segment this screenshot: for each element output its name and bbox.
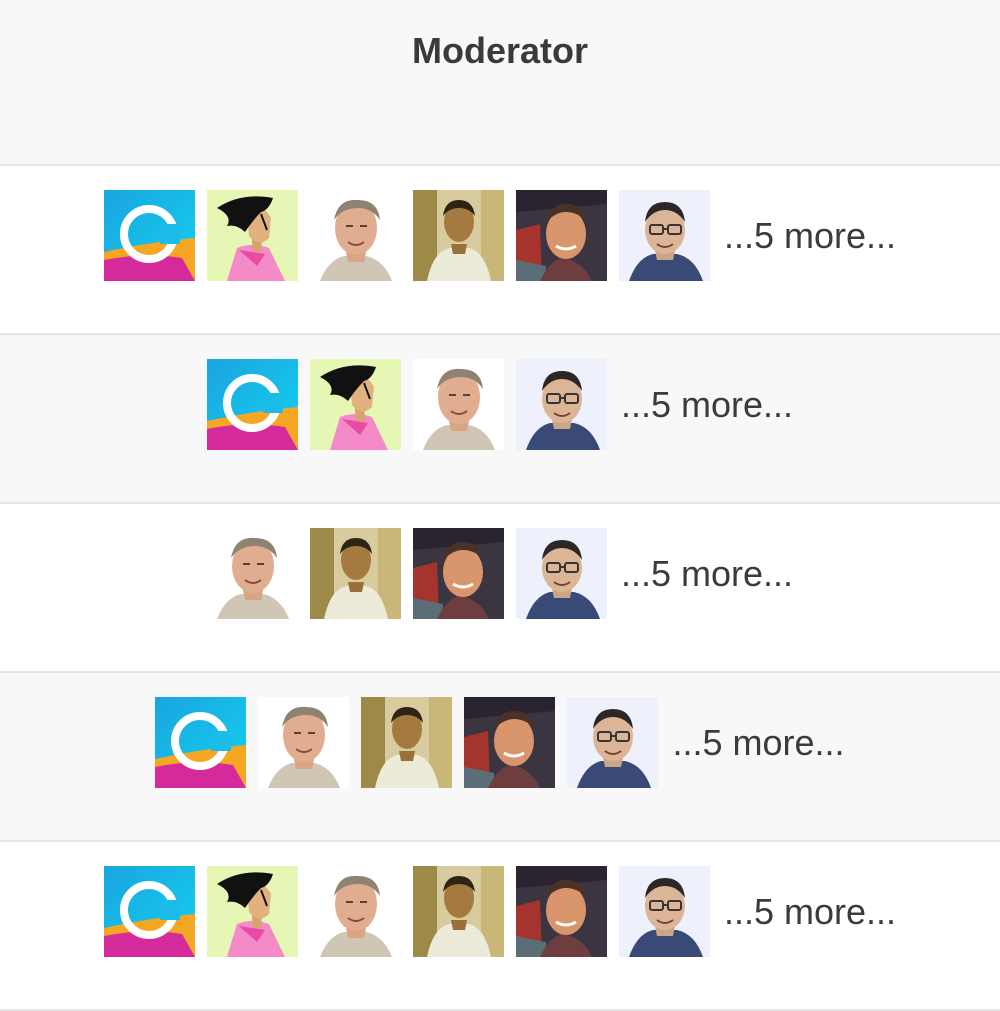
more-moderators-link[interactable]: ...5 more... [724, 891, 896, 933]
avatar-woman-illustration[interactable] [206, 866, 298, 957]
avatar-man-car[interactable] [515, 190, 607, 281]
avatar-man-grey-hair[interactable] [412, 359, 504, 450]
moderator-row: ...5 more... [0, 842, 1000, 1011]
avatar-app-logo[interactable] [155, 697, 247, 788]
avatar-man-sepia[interactable] [412, 190, 504, 281]
avatar-man-sepia[interactable] [361, 697, 453, 788]
avatar-man-grey-hair[interactable] [206, 528, 298, 619]
avatar-man-grey-hair[interactable] [309, 190, 401, 281]
column-header: Moderator [0, 0, 1000, 166]
moderator-row: ...5 more... [0, 335, 1000, 504]
avatar-app-logo[interactable] [103, 190, 195, 281]
moderator-row: ...5 more... [0, 504, 1000, 673]
avatar-group: ...5 more... [103, 866, 896, 957]
column-title: Moderator [411, 30, 588, 71]
avatar-group: ...5 more... [206, 528, 793, 619]
moderator-list: ...5 more... ...5 more... ...5 more... .… [0, 166, 1000, 1011]
more-moderators-link[interactable]: ...5 more... [724, 215, 896, 257]
avatar-man-car[interactable] [515, 866, 607, 957]
avatar-man-glasses[interactable] [618, 190, 710, 281]
avatar-man-car[interactable] [412, 528, 504, 619]
moderator-row: ...5 more... [0, 166, 1000, 335]
more-moderators-link[interactable]: ...5 more... [621, 553, 793, 595]
avatar-man-glasses[interactable] [618, 866, 710, 957]
avatar-man-car[interactable] [464, 697, 556, 788]
avatar-app-logo[interactable] [206, 359, 298, 450]
more-moderators-link[interactable]: ...5 more... [672, 722, 844, 764]
more-moderators-link[interactable]: ...5 more... [621, 384, 793, 426]
avatar-group: ...5 more... [206, 359, 793, 450]
avatar-woman-illustration[interactable] [206, 190, 298, 281]
avatar-woman-illustration[interactable] [309, 359, 401, 450]
avatar-group: ...5 more... [155, 697, 845, 788]
avatar-group: ...5 more... [103, 190, 896, 281]
moderator-row: ...5 more... [0, 673, 1000, 842]
avatar-man-glasses[interactable] [515, 528, 607, 619]
avatar-man-glasses[interactable] [515, 359, 607, 450]
avatar-man-grey-hair[interactable] [309, 866, 401, 957]
avatar-app-logo[interactable] [103, 866, 195, 957]
avatar-man-sepia[interactable] [412, 866, 504, 957]
avatar-man-sepia[interactable] [309, 528, 401, 619]
avatar-man-glasses[interactable] [567, 697, 659, 788]
avatar-man-grey-hair[interactable] [258, 697, 350, 788]
